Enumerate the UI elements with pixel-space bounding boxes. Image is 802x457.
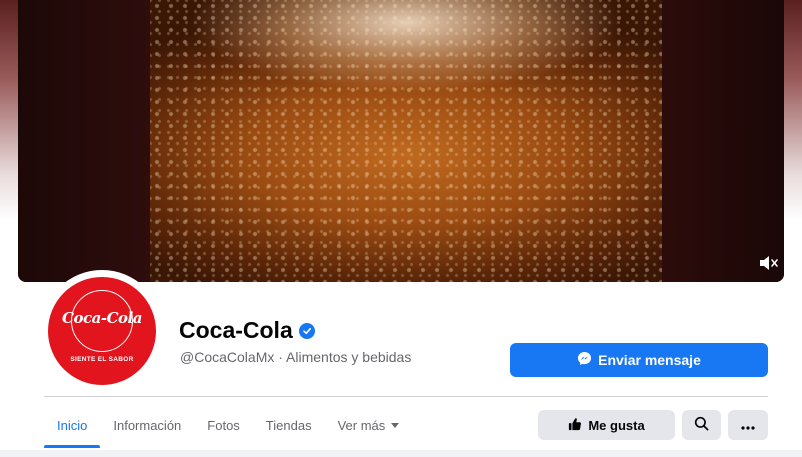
tab-label: Fotos: [207, 417, 240, 433]
more-horizontal-icon: [741, 418, 755, 433]
tab-fotos[interactable]: Fotos: [194, 402, 253, 448]
search-button[interactable]: [682, 410, 721, 440]
feed-background: [0, 450, 802, 457]
caret-down-icon: [391, 422, 400, 428]
page-subtitle: @CocaColaMx · Alimentos y bebidas: [180, 349, 411, 365]
tab-ver-mas[interactable]: Ver más: [325, 402, 413, 448]
cover-letterbox-left: [18, 0, 150, 282]
tab-label: Información: [113, 417, 182, 433]
tab-label: Ver más: [337, 417, 386, 433]
tab-tiendas[interactable]: Tiendas: [253, 402, 325, 448]
header-divider: [44, 396, 768, 397]
cover-letterbox-right: [662, 0, 784, 282]
page-handle: @CocaColaMx: [180, 349, 275, 365]
subtitle-separator: ·: [274, 349, 287, 365]
page-title: Coca-Cola: [179, 317, 315, 344]
tab-inicio[interactable]: Inicio: [44, 402, 101, 448]
send-message-label: Enviar mensaje: [598, 352, 701, 368]
soda-bubbles-image: [150, 0, 662, 282]
like-button[interactable]: Me gusta: [538, 410, 675, 440]
send-message-button[interactable]: Enviar mensaje: [510, 343, 768, 377]
tab-informacion[interactable]: Información: [100, 402, 194, 448]
logo-tagline: SIENTE EL SABOR: [70, 356, 134, 363]
speaker-muted-icon[interactable]: [758, 254, 780, 272]
cover-video[interactable]: [18, 0, 784, 282]
tab-label: Inicio: [57, 417, 88, 433]
search-icon: [694, 416, 709, 434]
page-category[interactable]: Alimentos y bebidas: [286, 349, 411, 365]
more-options-button[interactable]: [728, 410, 768, 440]
like-label: Me gusta: [588, 417, 645, 433]
thumbs-up-icon: [568, 417, 582, 434]
cover-video-frame[interactable]: [150, 0, 662, 282]
tab-label: Tiendas: [265, 417, 312, 433]
verified-badge-icon[interactable]: [298, 322, 315, 339]
coca-cola-logo: Coca-Cola: [62, 309, 142, 327]
page-name-text: Coca-Cola: [179, 317, 293, 343]
page-tabs: Inicio Información Fotos Tiendas Ver más: [44, 402, 412, 448]
profile-picture[interactable]: Coca-Cola SIENTE EL SABOR: [48, 277, 156, 385]
messenger-icon: [577, 351, 592, 369]
